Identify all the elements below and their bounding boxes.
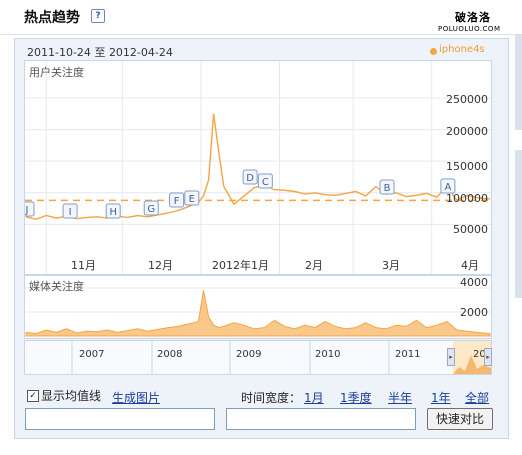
side-edge-lower: [515, 150, 522, 298]
compare-input-1[interactable]: [25, 408, 215, 430]
generate-image-link[interactable]: 生成图片: [112, 389, 160, 406]
y-tick-200000: 200000: [446, 125, 488, 138]
x-tick-mar: 3月: [382, 259, 400, 272]
event-marker-label: F: [174, 196, 180, 207]
side-edge: [515, 34, 522, 130]
y-tick-250000: 250000: [446, 93, 488, 106]
y-tick-50000: 50000: [453, 223, 488, 236]
x-tick-jan: 2012年1月: [212, 259, 269, 272]
media-chart-label: 媒体关注度: [29, 280, 84, 293]
media-y-tick-2000: 2000: [460, 306, 488, 319]
date-start: 2011-10-24: [27, 46, 91, 59]
nav-year-2009: 2009: [236, 349, 262, 360]
show-average-checkbox[interactable]: ✓: [27, 390, 39, 402]
event-marker-label: H: [109, 207, 117, 218]
event-marker-D: D: [242, 169, 258, 185]
range-half-year[interactable]: 半年: [388, 389, 412, 406]
nav-year-2010: 2010: [315, 349, 341, 360]
legend-marker: [430, 48, 437, 55]
date-end: 2012-04-24: [108, 46, 173, 59]
event-marker-label: D: [246, 173, 254, 184]
nav-left-handle[interactable]: ▸: [447, 348, 455, 366]
event-marker-B: B: [379, 179, 395, 195]
date-range: 2011-10-24 至 2012-04-24: [27, 44, 173, 60]
event-marker-label: G: [147, 204, 155, 215]
nav-year-2007: 2007: [79, 349, 105, 360]
nav-right-handle[interactable]: ▸: [484, 348, 492, 366]
event-marker-A: A: [440, 178, 456, 194]
help-icon[interactable]: ?: [91, 9, 105, 23]
x-tick-feb: 2月: [305, 259, 323, 272]
legend-label[interactable]: iphone4s: [439, 44, 485, 55]
event-marker-F: F: [169, 192, 185, 208]
user-chart-label: 用户关注度: [29, 66, 84, 79]
user-attention-chart[interactable]: J I H G FE DC B A: [24, 60, 492, 275]
media-attention-svg: [25, 287, 491, 337]
media-area-iphone4s: [25, 290, 491, 337]
watermark-url: POLUOLUO.COM: [438, 25, 501, 33]
event-marker-J: J: [25, 201, 35, 217]
show-average-label: 显示均值线: [41, 389, 102, 403]
event-marker-label: E: [189, 194, 195, 205]
event-marker-E: E: [184, 190, 200, 206]
nav-year-2011: 2011: [395, 349, 421, 360]
media-y-tick-4000: 4000: [460, 276, 488, 289]
x-tick-nov: 11月: [71, 259, 96, 272]
range-1-month[interactable]: 1月: [304, 389, 324, 406]
time-width-label: 时间宽度：: [241, 391, 302, 405]
compare-input-2[interactable]: [226, 408, 416, 430]
date-separator: 至: [94, 46, 106, 59]
event-marker-H: H: [105, 203, 121, 219]
media-attention-chart[interactable]: [24, 275, 492, 339]
y-tick-100000: 100000: [446, 192, 488, 205]
x-tick-apr: 4月: [461, 259, 479, 272]
user-attention-svg: J I H G F E D C B A: [25, 61, 491, 274]
event-marker-label: C: [262, 177, 269, 188]
watermark-logo: 破洛洛: [455, 11, 491, 24]
range-1-quarter[interactable]: 1季度: [340, 389, 372, 406]
x-tick-dec: 12月: [148, 259, 173, 272]
event-marker-I: I: [62, 203, 78, 219]
event-marker-label: I: [69, 207, 72, 218]
range-all[interactable]: 全部: [465, 389, 489, 406]
page-title: 热点趋势: [24, 10, 80, 26]
nav-year-2008: 2008: [157, 349, 183, 360]
event-marker-G: G: [143, 200, 159, 216]
quick-compare-button[interactable]: 快速对比: [427, 408, 493, 430]
event-marker-C: C: [257, 173, 273, 189]
range-1-year[interactable]: 1年: [431, 389, 451, 406]
y-tick-150000: 150000: [446, 160, 488, 173]
event-marker-label: B: [384, 183, 391, 194]
event-marker-label: J: [25, 205, 28, 216]
